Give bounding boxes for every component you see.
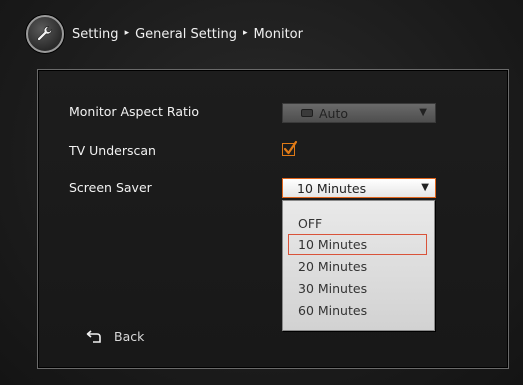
back-arrow-icon — [86, 329, 101, 343]
triangle-down-icon: ▼ — [421, 182, 429, 193]
triangle-down-icon: ▼ — [419, 107, 427, 118]
breadcrumb-item-setting[interactable]: Setting — [72, 27, 119, 42]
wrench-icon — [26, 15, 64, 53]
tv-underscan-label: TV Underscan — [69, 143, 156, 158]
screen: Setting ▸ General Setting ▸ Monitor Moni… — [0, 0, 523, 385]
dropdown-option-60-minutes[interactable]: 60 Minutes — [298, 303, 367, 318]
screen-saver-value: 10 Minutes — [297, 180, 367, 196]
dropdown-option-off[interactable]: OFF — [298, 216, 322, 231]
aspect-ratio-label: Monitor Aspect Ratio — [69, 104, 200, 119]
back-button[interactable]: Back — [86, 329, 144, 344]
breadcrumb-separator: ▸ — [243, 28, 248, 38]
aspect-ratio-select[interactable]: Auto ▼ — [282, 103, 436, 123]
breadcrumb-item-general-setting[interactable]: General Setting — [135, 27, 237, 42]
aspect-ratio-icon — [301, 109, 313, 117]
dropdown-option-10-minutes[interactable]: 10 Minutes — [298, 237, 367, 252]
dropdown-option-30-minutes[interactable]: 30 Minutes — [298, 281, 367, 296]
dropdown-option-20-minutes[interactable]: 20 Minutes — [298, 259, 367, 274]
tv-underscan-checkbox[interactable] — [282, 140, 298, 156]
breadcrumb-item-monitor: Monitor — [253, 26, 303, 42]
breadcrumb: Setting ▸ General Setting ▸ Monitor — [26, 14, 303, 54]
checkmark-icon — [283, 140, 298, 155]
back-label: Back — [114, 329, 145, 344]
aspect-ratio-value: Auto — [319, 105, 349, 121]
breadcrumb-separator: ▸ — [124, 28, 130, 38]
screen-saver-dropdown: OFF 10 Minutes 20 Minutes 30 Minutes 60 … — [282, 200, 435, 331]
screen-saver-label: Screen Saver — [69, 180, 152, 195]
screen-saver-select[interactable]: 10 Minutes ▼ — [282, 178, 436, 198]
